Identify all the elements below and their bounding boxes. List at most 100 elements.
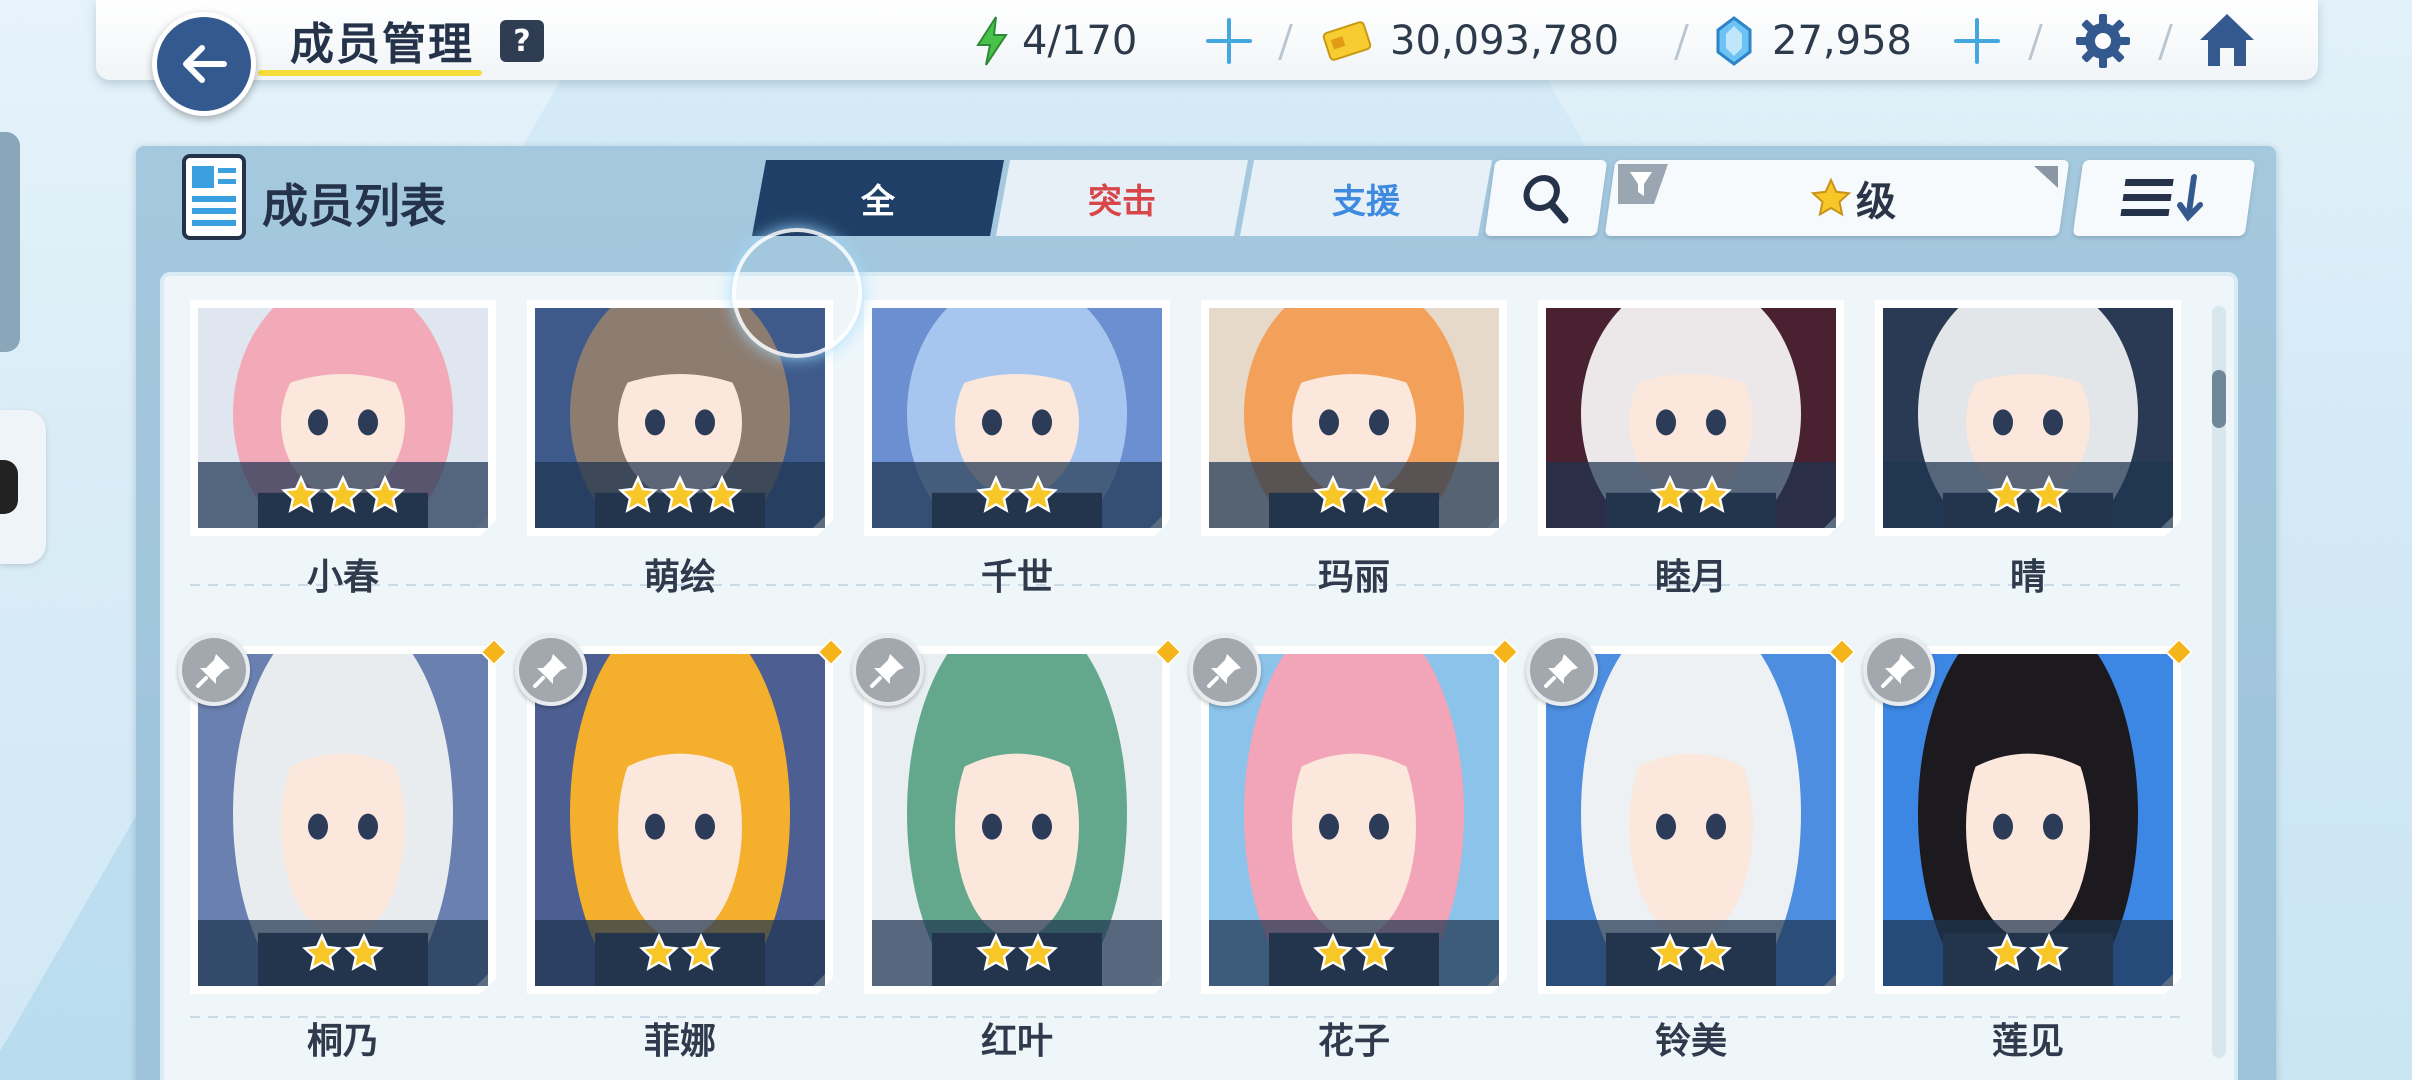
pin-icon <box>1881 654 1915 688</box>
student-card[interactable]: 晴 <box>1875 300 2181 598</box>
student-name: 铃美 <box>1654 1021 1727 1062</box>
student-card[interactable]: 睦月 <box>1538 300 1844 598</box>
student-card[interactable]: 桐乃 <box>178 634 509 1062</box>
filter-label: 级 <box>1856 179 1896 225</box>
star-icon <box>1650 475 1690 515</box>
tab-special[interactable]: 支援 <box>1240 160 1492 236</box>
star-icon <box>281 475 321 515</box>
student-portrait <box>1201 300 1507 536</box>
pin-icon <box>533 654 567 688</box>
star-rating-bar <box>535 462 825 528</box>
star-rating-bar <box>1883 462 2173 528</box>
student-portrait <box>1875 300 2181 536</box>
student-card[interactable]: 玛丽 <box>1201 300 1507 598</box>
page-title: 成员管理 <box>290 19 474 70</box>
tab-striker[interactable]: 突击 <box>996 160 1248 236</box>
star-rating-bar <box>1209 920 1499 986</box>
pin-icon <box>1207 654 1241 688</box>
pin-icon <box>196 654 230 688</box>
panel-title: 成员列表 <box>262 179 446 233</box>
student-portrait <box>1538 300 1844 536</box>
gems-display: 27,958 <box>1714 14 1912 68</box>
star-icon <box>302 933 342 973</box>
student-card[interactable]: 千世 <box>864 300 1170 598</box>
student-card[interactable]: 小春 <box>190 300 496 598</box>
ap-display: 4/170 <box>974 14 1137 68</box>
home-icon[interactable] <box>2196 10 2258 70</box>
star-icon <box>1355 475 1395 515</box>
tap-focus-ring <box>732 228 862 358</box>
pin-button[interactable] <box>852 634 924 706</box>
side-avatar-tab[interactable] <box>0 410 46 564</box>
credits-display: 30,093,780 <box>1322 14 1619 68</box>
title-underline <box>258 70 482 76</box>
star-icon <box>2029 933 2069 973</box>
student-name: 红叶 <box>980 1021 1053 1062</box>
ap-value: 4/170 <box>1022 18 1138 64</box>
sort-descending-icon <box>2120 174 2204 222</box>
corner-triangle-icon <box>2034 166 2058 188</box>
tab-label: 支援 <box>1332 181 1400 222</box>
pin-button[interactable] <box>1863 634 1935 706</box>
student-name: 玛丽 <box>1317 557 1390 598</box>
student-card[interactable]: 红叶 <box>852 634 1183 1062</box>
pin-button[interactable] <box>1526 634 1598 706</box>
student-name: 睦月 <box>1654 557 1727 598</box>
student-card[interactable]: 莲见 <box>1863 634 2194 1062</box>
credits-value: 30,093,780 <box>1390 18 1620 64</box>
star-icon <box>976 475 1016 515</box>
student-name: 萌绘 <box>643 557 716 598</box>
star-icon <box>1987 475 2027 515</box>
add-ap-button[interactable] <box>1202 14 1256 68</box>
help-button[interactable]: ? <box>500 20 544 62</box>
star-icon <box>976 933 1016 973</box>
star-icon <box>1810 177 1852 217</box>
student-name: 菲娜 <box>643 1021 716 1062</box>
star-icon <box>1987 933 2027 973</box>
filter-label-group: 级 <box>1810 168 1896 228</box>
student-card[interactable]: 铃美 <box>1526 634 1857 1062</box>
student-name: 花子 <box>1317 1021 1390 1062</box>
scrollbar-thumb[interactable] <box>2212 370 2226 428</box>
student-name: 千世 <box>980 557 1053 598</box>
member-list-icon <box>182 154 246 240</box>
back-button[interactable] <box>152 12 256 116</box>
student-portrait <box>190 300 496 536</box>
star-icon <box>1313 933 1353 973</box>
side-tab[interactable] <box>0 132 20 352</box>
student-card[interactable]: 花子 <box>1189 634 1520 1062</box>
star-rating-bar <box>535 920 825 986</box>
tab-all[interactable]: 全 <box>752 160 1004 236</box>
star-icon <box>1355 933 1395 973</box>
star-icon <box>1313 475 1353 515</box>
star-rating-bar <box>1546 462 1836 528</box>
star-rating-bar <box>198 462 488 528</box>
student-name: 莲见 <box>1991 1021 2064 1062</box>
pin-icon <box>1544 654 1578 688</box>
settings-gear-icon[interactable] <box>2074 12 2132 70</box>
star-icon <box>660 475 700 515</box>
pin-button[interactable] <box>515 634 587 706</box>
pin-icon <box>870 654 904 688</box>
sort-button[interactable] <box>2072 160 2256 236</box>
filter-funnel-icon <box>1618 164 1668 204</box>
credit-card-icon <box>1322 21 1372 61</box>
student-card[interactable]: 菲娜 <box>515 634 846 1062</box>
star-rating-bar <box>1546 920 1836 986</box>
student-name: 晴 <box>2009 557 2046 598</box>
star-icon <box>344 933 384 973</box>
tab-label: 全 <box>861 181 895 222</box>
star-icon <box>1650 933 1690 973</box>
star-icon <box>1692 475 1732 515</box>
tab-label: 突击 <box>1088 181 1156 222</box>
search-button[interactable] <box>1484 160 1608 236</box>
star-icon <box>618 475 658 515</box>
star-icon <box>1018 475 1058 515</box>
arrow-left-icon <box>183 45 227 83</box>
gems-value: 27,958 <box>1772 18 1912 64</box>
pin-button[interactable] <box>1189 634 1261 706</box>
star-icon <box>365 475 405 515</box>
star-rating-bar <box>1883 920 2173 986</box>
pin-button[interactable] <box>178 634 250 706</box>
add-gems-button[interactable] <box>1950 14 2004 68</box>
